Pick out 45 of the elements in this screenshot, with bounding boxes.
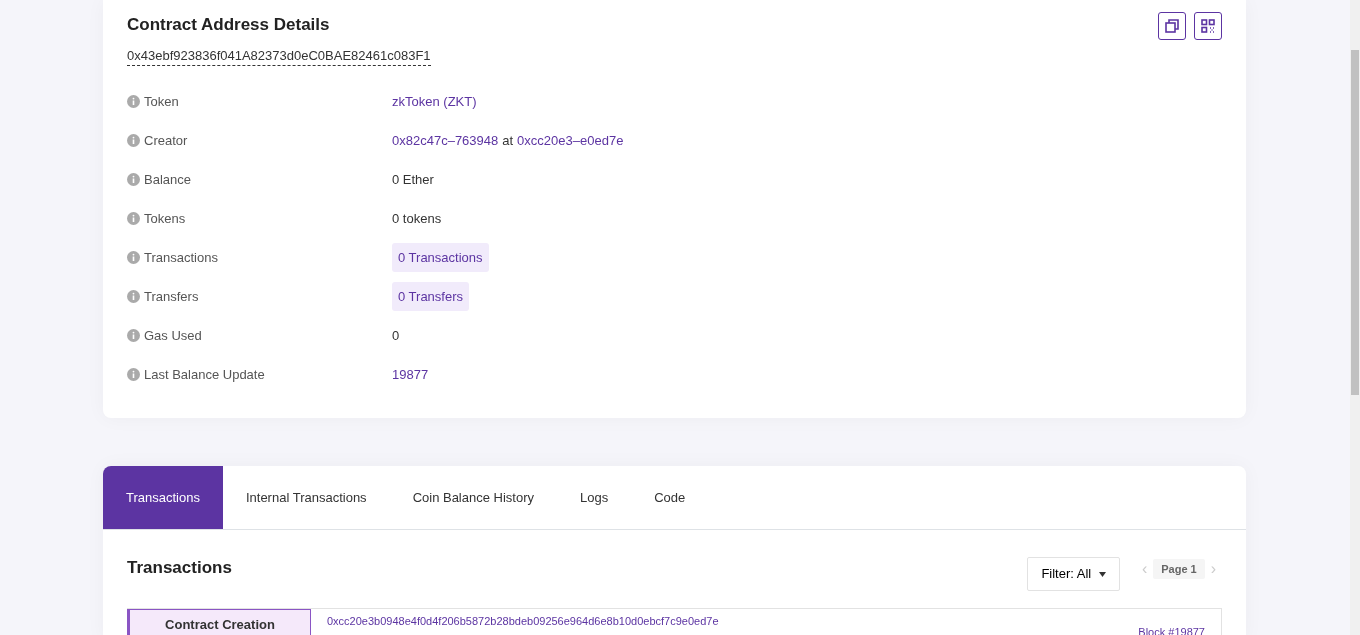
info-icon xyxy=(127,95,140,108)
copy-button[interactable] xyxy=(1158,12,1186,40)
info-icon xyxy=(127,251,140,264)
tab[interactable]: Transactions xyxy=(103,466,223,529)
info-icon xyxy=(127,134,140,147)
tab[interactable]: Code xyxy=(631,466,709,529)
field-label: Balance xyxy=(144,170,191,189)
scrollbar-thumb[interactable] xyxy=(1351,50,1359,395)
info-icon xyxy=(127,290,140,303)
info-icon xyxy=(127,368,140,381)
tab[interactable]: Logs xyxy=(557,466,632,529)
field-label: Transactions xyxy=(144,248,218,267)
field-label: Transfers xyxy=(144,287,199,306)
info-icon xyxy=(127,329,140,342)
field-value: 0 xyxy=(392,326,400,345)
section-title: Transactions xyxy=(127,557,232,579)
value-link[interactable]: zkToken (ZKT) xyxy=(392,91,477,112)
card-title: Contract Address Details xyxy=(127,14,331,36)
value-link[interactable]: 0xcc20e3–e0ed7e xyxy=(517,130,624,151)
count-badge-link[interactable]: 0 Transfers xyxy=(392,281,470,312)
field-label: Creator xyxy=(144,131,188,150)
field-label: Token xyxy=(144,92,179,111)
qr-code-icon xyxy=(1201,19,1215,33)
value-link[interactable]: 0x82c47c–763948 xyxy=(392,130,499,151)
info-icon xyxy=(127,212,140,225)
field-value: at xyxy=(502,131,514,150)
tab[interactable]: Internal Transactions xyxy=(222,466,390,529)
field-label: Tokens xyxy=(144,209,186,228)
contract-address: 0x43ebf923836f041A82373d0eC0BAE82461c083F1 xyxy=(127,45,431,66)
qr-code-button[interactable] xyxy=(1194,12,1222,40)
tab[interactable]: Coin Balance History xyxy=(389,466,557,529)
caret-icon xyxy=(1098,572,1106,578)
transaction-type-label: Contract Creation xyxy=(127,608,311,635)
info-icon xyxy=(127,173,140,186)
value-link[interactable]: 19877 xyxy=(392,364,429,385)
transaction-hash-link[interactable]: 0xcc20e3b0948e4f0d4f206b5872b28bdeb09256e964d6e8b10d0ebcf7c9e0ed7e xyxy=(327,612,719,635)
page-indicator: Page 1 xyxy=(1153,558,1205,580)
field-value: 0 tokens xyxy=(392,209,442,228)
field-label: Last Balance Update xyxy=(144,365,265,384)
copy-icon xyxy=(1165,19,1179,33)
count-badge-link[interactable]: 0 Transactions xyxy=(392,242,489,273)
scrollbar[interactable] xyxy=(1350,0,1360,635)
filter-dropdown[interactable]: Filter: All xyxy=(1027,557,1120,591)
field-value: 0 Ether xyxy=(392,170,434,189)
field-label: Gas Used xyxy=(144,326,202,345)
